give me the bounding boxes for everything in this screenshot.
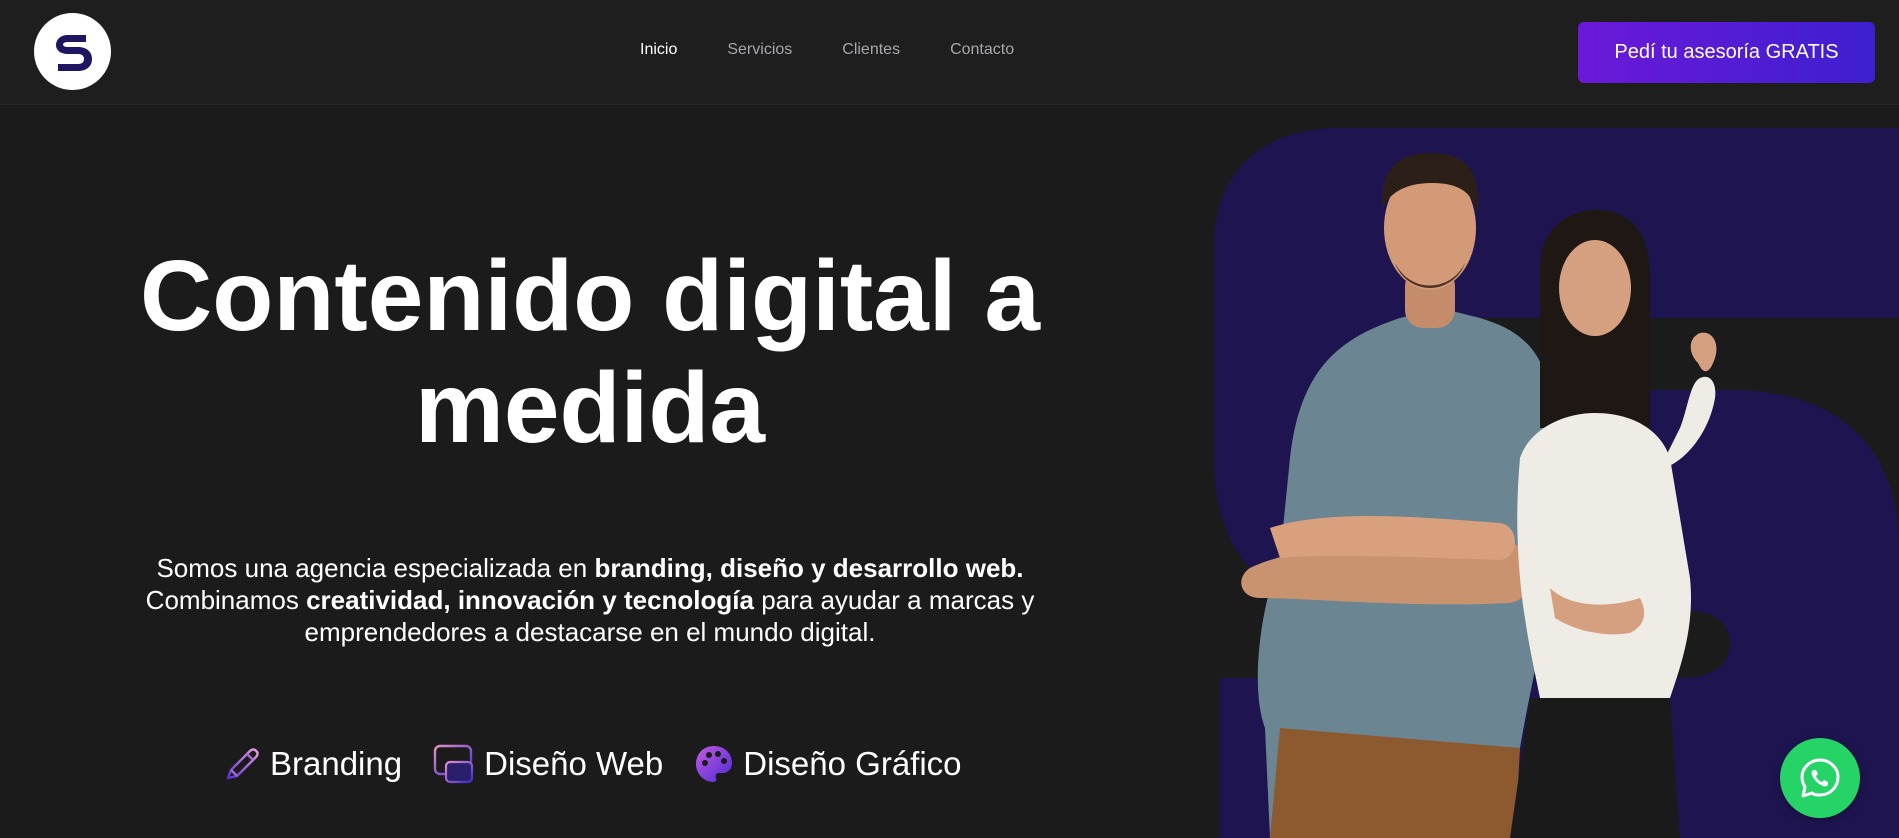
- main-nav: Inicio Servicios Clientes Contacto: [640, 38, 1014, 62]
- palette-icon: [696, 746, 733, 782]
- service-branding-label: Branding: [270, 745, 403, 782]
- browser-icon: [433, 744, 474, 784]
- nav-contacto[interactable]: Contacto: [950, 41, 1014, 59]
- nav-servicios[interactable]: Servicios: [727, 41, 792, 59]
- service-diseno-grafico-label: Diseño Gráfico: [743, 745, 962, 782]
- desc-p2-bold: creatividad, innovación y tecnología: [306, 585, 754, 615]
- hero-title-line-1: Contenido digital a: [140, 240, 1040, 352]
- logo-s-icon: [55, 34, 92, 71]
- hero-title: Contenido digital a medida: [140, 240, 1040, 464]
- logo[interactable]: [34, 13, 111, 90]
- site-header: Inicio Servicios Clientes Contacto Pedí …: [0, 0, 1899, 105]
- desc-p1-text: Somos una agencia especializada en: [156, 553, 595, 583]
- whatsapp-button[interactable]: [1780, 738, 1860, 818]
- hero-visual: [1214, 128, 1899, 838]
- desc-p1-bold: branding, diseño y desarrollo web.: [594, 553, 1024, 583]
- nav-clientes[interactable]: Clientes: [842, 41, 900, 59]
- cta-button[interactable]: Pedí tu asesoría GRATIS: [1578, 22, 1875, 83]
- service-diseno-grafico: Diseño Gráfico: [693, 743, 962, 785]
- page: Inicio Servicios Clientes Contacto Pedí …: [0, 0, 1899, 838]
- service-diseno-web-label: Diseño Web: [484, 745, 664, 782]
- hero-description: Somos una agencia especializada en brand…: [140, 552, 1040, 648]
- nav-inicio[interactable]: Inicio: [640, 41, 677, 59]
- services-list: Branding Diseño Web Diseño Gráfico: [222, 740, 962, 788]
- whatsapp-icon: [1800, 758, 1840, 798]
- service-branding: Branding: [222, 744, 402, 784]
- hero-title-line-2: medida: [414, 352, 766, 464]
- pen-icon: [226, 748, 259, 780]
- desc-p2-text: Combinamos: [145, 585, 307, 615]
- service-diseno-web: Diseño Web: [432, 742, 663, 786]
